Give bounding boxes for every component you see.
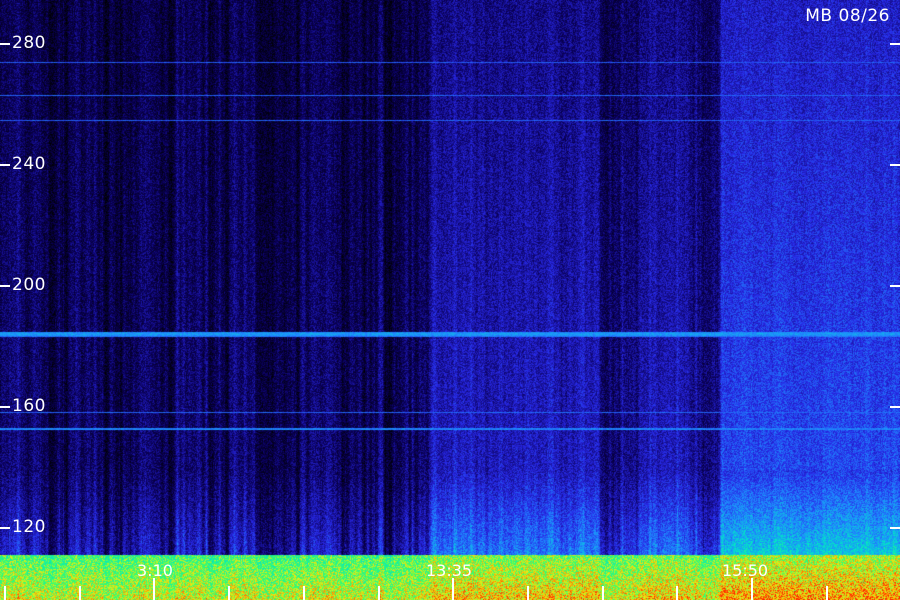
x-tick [302, 586, 305, 600]
y-label-240: 240 [12, 154, 46, 174]
y-tick-right [890, 527, 900, 529]
y-tick-left [0, 285, 10, 287]
y-tick-left [0, 527, 10, 529]
x-label-1: 3:10 [137, 561, 173, 580]
x-tick [751, 578, 753, 600]
x-tick [526, 586, 529, 600]
x-tick [78, 586, 81, 600]
x-tick [676, 586, 679, 600]
station-date-label: MB 08/26 [805, 6, 890, 26]
y-tick-left [0, 406, 10, 408]
y-label-160: 160 [12, 396, 46, 416]
x-label-2: 13:35 [426, 561, 473, 580]
y-tick-right [890, 164, 900, 166]
x-tick [825, 586, 828, 600]
y-label-280: 280 [12, 33, 46, 53]
y-label-200: 200 [12, 275, 46, 295]
y-tick-left [0, 43, 10, 45]
y-tick-left [0, 164, 10, 166]
y-tick-right [890, 43, 900, 45]
x-tick [377, 586, 380, 600]
x-tick [228, 586, 231, 600]
y-tick-right [890, 285, 900, 287]
spectrogram-image [0, 0, 900, 600]
x-tick [153, 578, 156, 600]
y-label-120: 120 [12, 517, 46, 537]
x-tick [452, 578, 455, 600]
y-tick-right [890, 406, 900, 408]
x-tick [4, 586, 6, 600]
x-label-3: 15:50 [722, 561, 769, 580]
x-tick [601, 586, 604, 600]
